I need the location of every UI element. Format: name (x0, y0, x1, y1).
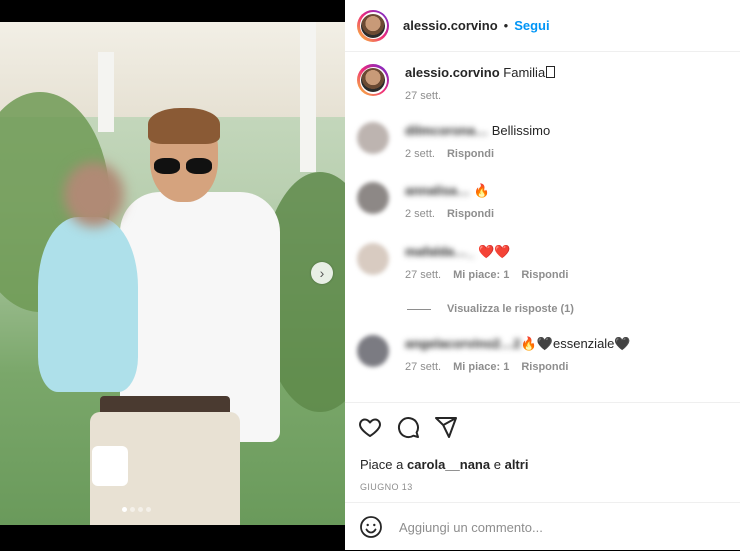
comment-likes[interactable]: Mi piace: 1 (453, 361, 509, 373)
comment-emoji: 🔥 (473, 183, 490, 198)
carousel-dot (122, 507, 127, 512)
comment-text: essenziale (552, 336, 615, 351)
comment-time: 2 sett. (405, 208, 435, 220)
post-author-username[interactable]: alessio.corvino (403, 18, 498, 33)
post-sidebar: alessio.corvino • Segui alessio.corvino … (345, 0, 740, 550)
chevron-right-icon: › (319, 265, 325, 281)
post-header: alessio.corvino • Segui (345, 0, 740, 52)
avatar[interactable] (357, 9, 389, 42)
comment-item: mafalda…_ ❤️❤️ 27 sett. Mi piace: 1 Rispon… (357, 243, 580, 281)
carousel-next-button[interactable]: › (311, 262, 333, 284)
likes-user-link[interactable]: carola__nana (407, 457, 490, 472)
post-photo[interactable] (0, 22, 345, 525)
missing-glyph-box (546, 66, 556, 78)
reply-button[interactable]: Rispondi (521, 269, 568, 281)
avatar[interactable] (357, 243, 389, 275)
avatar[interactable] (357, 182, 389, 214)
replies-divider (407, 308, 431, 310)
comment-icon[interactable] (396, 415, 420, 439)
caption-item: alessio.corvino Familia 27 sett. (357, 64, 556, 102)
avatar[interactable] (357, 122, 389, 154)
comment-text: Bellissimo (491, 123, 551, 138)
caption-text: Familia (503, 65, 546, 80)
view-replies-button[interactable]: Visualizza le risposte (1) (407, 303, 574, 315)
emoji-icon[interactable] (359, 515, 383, 539)
comment-emoji: 🔥🖤 (520, 336, 553, 351)
background-pole (300, 22, 316, 172)
post-date: GIUGNO 13 (360, 482, 413, 492)
follow-button[interactable]: Segui (514, 18, 549, 33)
comment-username[interactable]: mafalda…_ (405, 243, 474, 261)
photo-child-head-blurred (64, 162, 124, 227)
view-replies-label: Visualizza le risposte (1) (447, 303, 574, 315)
comment-username[interactable]: dilmcorona… (405, 122, 488, 140)
avatar[interactable] (357, 335, 389, 367)
photo-subject-sunglasses (152, 158, 214, 176)
avatar-image (361, 13, 385, 38)
likes-summary: Piace a carola__nana e altri (345, 439, 740, 472)
comment-item: dilmcorona… Bellissimo 2 sett. Rispondi (357, 122, 550, 160)
post-media: › (0, 0, 345, 550)
photo-child-shoe (92, 446, 128, 486)
likes-others-link[interactable]: altri (505, 457, 529, 472)
comments-list: alessio.corvino Familia 27 sett. dilmcor… (345, 52, 740, 402)
carousel-indicator (122, 507, 151, 512)
carousel-dot (138, 507, 143, 512)
heart-icon[interactable] (358, 415, 382, 439)
avatar[interactable] (357, 64, 389, 96)
post-actions: Piace a carola__nana e altri GIUGNO 13 (345, 402, 740, 492)
comment-likes[interactable]: Mi piace: 1 (453, 269, 509, 281)
carousel-dot (130, 507, 135, 512)
comment-input[interactable] (397, 518, 701, 536)
share-icon[interactable] (434, 415, 458, 439)
carousel-dot (146, 507, 151, 512)
photo-child-dress (38, 217, 138, 392)
photo-subject-hair (148, 108, 220, 144)
comment-time: 2 sett. (405, 148, 435, 160)
comment-time: 27 sett. (405, 361, 442, 373)
add-comment-bar (345, 502, 740, 551)
header-separator: • (503, 18, 509, 33)
reply-button[interactable]: Rispondi (447, 208, 494, 220)
reply-button[interactable]: Rispondi (447, 148, 494, 160)
comment-time: 27 sett. (405, 269, 442, 281)
likes-joiner: e (493, 457, 501, 472)
caption-username[interactable]: alessio.corvino (405, 64, 500, 82)
reply-button[interactable]: Rispondi (521, 361, 568, 373)
likes-prefix: Piace a (360, 457, 404, 472)
background-pole (98, 52, 114, 132)
caption-time: 27 sett. (405, 90, 442, 102)
comment-item: annalisa… 🔥 2 sett. Rispondi (357, 182, 506, 220)
comment-username[interactable]: angelacorvino2…2 (405, 335, 521, 353)
comment-username[interactable]: annalisa… (405, 182, 470, 200)
avatar-image (361, 68, 385, 92)
comment-item: angelacorvino2…2🔥🖤essenziale🖤 27 sett. Mi… (357, 335, 631, 373)
comment-emoji-after: 🖤 (614, 336, 631, 351)
comment-emoji: ❤️❤️ (478, 244, 511, 259)
